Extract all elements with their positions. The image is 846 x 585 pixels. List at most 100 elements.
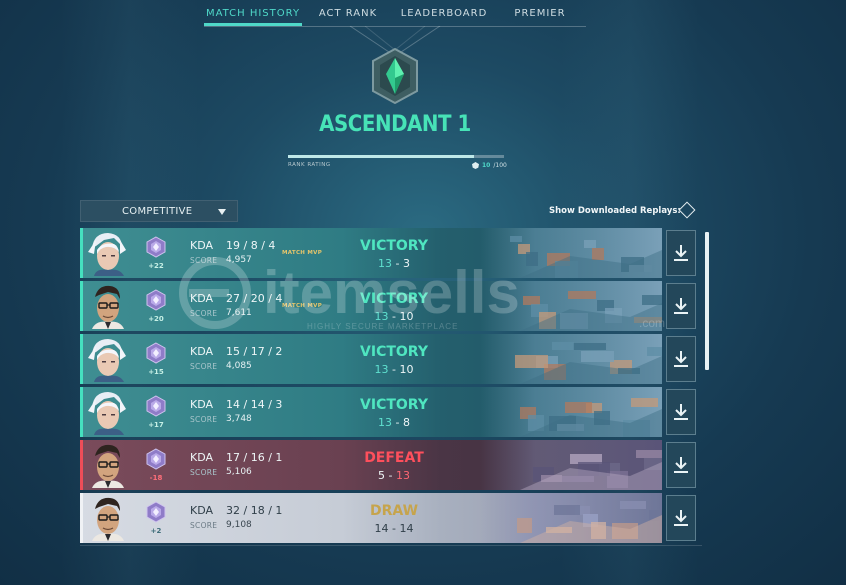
rr-change: +22: [148, 262, 164, 270]
tab-leaderboard[interactable]: LEADERBOARD: [394, 0, 494, 26]
tab-act-rank[interactable]: ACT RANK: [302, 0, 394, 26]
score-separator: -: [392, 310, 396, 323]
jett-agent-portrait-icon: [88, 392, 126, 435]
rr-change: +15: [148, 368, 164, 376]
round-score: 13 - 10: [344, 310, 444, 323]
rank-rating-value: 10/100: [472, 162, 507, 169]
match-outcome-accent: [80, 493, 83, 543]
match-outcome-accent: [80, 281, 83, 331]
show-downloaded-replays-label: Show Downloaded Replays:: [549, 206, 681, 216]
kda-value: 14 / 14 / 3: [226, 398, 283, 411]
tab-premier[interactable]: PREMIER: [494, 0, 586, 26]
match-result: VICTORY: [360, 291, 428, 307]
team-score: 13: [374, 310, 389, 323]
map-thumbnail: [480, 387, 662, 437]
enemy-score: 14: [399, 522, 414, 535]
match-result: DEFEAT: [364, 450, 424, 466]
download-replay-button[interactable]: [666, 283, 696, 329]
download-icon: [674, 245, 688, 261]
combat-score-value: 4,085: [226, 361, 252, 371]
match-rank-badge-icon: [146, 448, 166, 470]
rr-change: +17: [148, 421, 164, 429]
download-replay-button[interactable]: [666, 230, 696, 276]
combat-score-value: 7,611: [226, 308, 252, 318]
download-replay-button[interactable]: [666, 442, 696, 488]
kda-value: 27 / 20 / 4: [226, 292, 283, 305]
map-thumbnail: [480, 334, 662, 384]
rr-change: +2: [150, 527, 162, 535]
score-label: SCORE: [190, 415, 218, 424]
rr-change: -18: [149, 474, 163, 482]
team-score: 13: [378, 257, 392, 270]
kda-label: KDA: [190, 345, 214, 358]
team-score: 13: [374, 363, 389, 376]
score-label: SCORE: [190, 362, 218, 371]
score-separator: -: [395, 257, 400, 270]
download-icon: [674, 404, 688, 420]
score-label: SCORE: [190, 309, 218, 318]
match-rank-badge-icon: [146, 236, 166, 258]
match-row[interactable]: +20 KDA 27 / 20 / 4 SCORE 7,611 MATCH MVP VICT…: [80, 281, 662, 331]
jett-agent-portrait-icon: [88, 339, 126, 382]
round-score: 13 - 10: [344, 363, 444, 376]
round-score: 14 - 14: [344, 522, 444, 535]
queue-dropdown[interactable]: COMPETITIVE: [80, 200, 238, 222]
match-result: VICTORY: [360, 238, 428, 254]
match-row[interactable]: +15 KDA 15 / 17 / 2 SCORE 4,085 VICTORY 13 - 1…: [80, 334, 662, 384]
rank-rating-icon: [472, 162, 479, 169]
download-replay-button[interactable]: [666, 495, 696, 541]
round-score: 13 - 3: [344, 257, 444, 270]
rank-name: ASCENDANT 1: [319, 112, 471, 137]
tab-match-history[interactable]: MATCH HISTORY: [204, 0, 302, 26]
score-separator: -: [392, 522, 396, 535]
enemy-score: 13: [395, 469, 410, 482]
score-separator: -: [392, 363, 396, 376]
map-thumbnail: [480, 440, 662, 490]
round-score: 5 - 13: [344, 469, 444, 482]
combat-score-value: 3,748: [226, 414, 252, 424]
score-separator: -: [395, 416, 400, 429]
team-score: 5: [378, 469, 385, 482]
download-icon: [674, 298, 688, 314]
kda-value: 17 / 16 / 1: [226, 451, 283, 464]
kda-value: 15 / 17 / 2: [226, 345, 283, 358]
rank-rating-bar: [288, 155, 504, 158]
score-label: SCORE: [190, 521, 218, 530]
match-outcome-accent: [80, 334, 83, 384]
scrollbar[interactable]: [705, 232, 709, 370]
kda-label: KDA: [190, 398, 214, 411]
kda-label: KDA: [190, 451, 214, 464]
combat-score-value: 9,108: [226, 520, 252, 530]
enemy-score: 8: [402, 416, 410, 429]
match-row[interactable]: -18 KDA 17 / 16 / 1 SCORE 5,106 DEFEAT 5 - 13: [80, 440, 662, 490]
match-outcome-accent: [80, 228, 83, 278]
match-rank-badge-icon: [146, 342, 166, 364]
team-score: 14: [374, 522, 389, 535]
list-divider: [80, 545, 702, 546]
map-thumbnail: [480, 228, 662, 278]
download-icon: [674, 510, 688, 526]
match-result: DRAW: [369, 503, 419, 519]
enemy-score: 3: [402, 257, 410, 270]
match-row[interactable]: +2 KDA 32 / 18 / 1 SCORE 9,108 DRAW 14 - 14: [80, 493, 662, 543]
map-thumbnail: [480, 281, 662, 331]
match-outcome-accent: [80, 440, 83, 490]
download-replay-button[interactable]: [666, 336, 696, 382]
kda-value: 32 / 18 / 1: [226, 504, 283, 517]
enemy-score: 10: [399, 363, 414, 376]
match-rank-badge-icon: [146, 501, 166, 523]
download-replay-button[interactable]: [666, 389, 696, 435]
kda-label: KDA: [190, 292, 214, 305]
download-icon: [674, 351, 688, 367]
rank-rating-fill: [288, 155, 474, 158]
match-history-list: +22 KDA 19 / 8 / 4 SCORE 4,957 MATCH MVP VICTO…: [80, 228, 662, 546]
map-thumbnail: [480, 493, 662, 543]
rr-change: +20: [148, 315, 164, 323]
match-outcome-accent: [80, 387, 83, 437]
jett-agent-portrait-icon: [88, 233, 126, 276]
kda-value: 19 / 8 / 4: [226, 239, 276, 252]
tab-bar: MATCH HISTORY ACT RANK LEADERBOARD PREMI…: [204, 0, 586, 27]
match-row[interactable]: +22 KDA 19 / 8 / 4 SCORE 4,957 MATCH MVP VICTO…: [80, 228, 662, 278]
match-row[interactable]: +17 KDA 14 / 14 / 3 SCORE 3,748 VICTORY 13 - 8: [80, 387, 662, 437]
match-rank-badge-icon: [146, 395, 166, 417]
